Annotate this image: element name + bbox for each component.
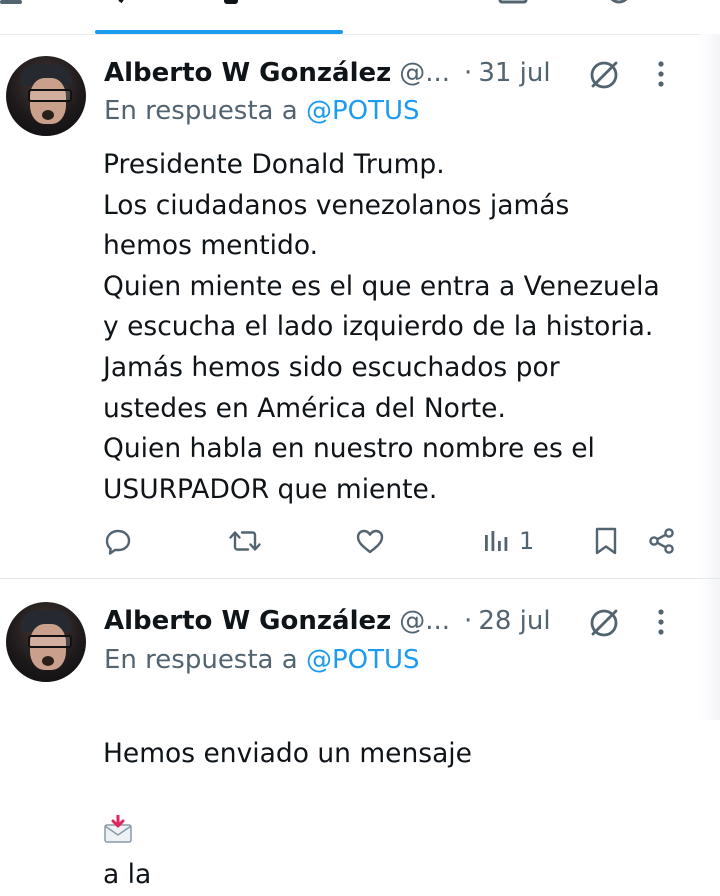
separator-dot: ·	[464, 606, 473, 636]
heart-icon	[355, 527, 385, 555]
reply-prefix: En respuesta a	[104, 645, 298, 675]
tweet-text: Hemos enviado un mensaje a la	[103, 693, 693, 896]
author-name[interactable]: Alberto W González	[104, 606, 391, 636]
reply-mention-link[interactable]: @POTUS	[306, 96, 420, 126]
tab-bar-cropped-glyph	[0, 0, 24, 4]
reply-prefix: En respuesta a	[104, 96, 298, 126]
more-options-icon[interactable]	[651, 603, 671, 641]
tab-bar-cropped-glyph	[118, 0, 138, 4]
more-options-icon[interactable]	[651, 55, 671, 93]
grok-icon[interactable]	[585, 55, 623, 93]
tweet-header: Alberto W González @... · 31 jul	[104, 55, 551, 91]
like-button[interactable]	[355, 521, 385, 561]
tweet-date[interactable]: 28 jul	[478, 606, 550, 636]
author-handle[interactable]: @...	[399, 606, 450, 636]
reply-context: En respuesta a @POTUS	[104, 96, 420, 126]
tweet-header: Alberto W González @... · 28 jul	[104, 603, 551, 639]
tweet-actions: 1	[0, 521, 700, 561]
bookmark-icon	[594, 526, 618, 556]
reply-mention-link[interactable]: @POTUS	[306, 645, 420, 675]
divider	[0, 578, 720, 579]
tweet-text-part: a la	[103, 859, 152, 891]
separator-dot: ·	[464, 58, 473, 88]
share-button[interactable]	[648, 521, 676, 561]
scroll-edge	[700, 34, 720, 720]
retweet-icon	[228, 527, 262, 555]
retweet-button[interactable]	[228, 521, 262, 561]
grok-icon[interactable]	[585, 603, 623, 641]
avatar[interactable]	[6, 56, 86, 136]
divider	[0, 34, 720, 35]
author-name[interactable]: Alberto W González	[104, 58, 391, 88]
tweet-date[interactable]: 31 jul	[478, 58, 550, 88]
avatar[interactable]	[6, 602, 86, 682]
reply-context: En respuesta a @POTUS	[104, 645, 420, 675]
incoming-envelope-emoji-icon	[103, 774, 133, 855]
author-handle[interactable]: @...	[399, 58, 450, 88]
reply-icon	[104, 527, 132, 555]
reply-button[interactable]	[104, 521, 132, 561]
share-nodes-icon	[648, 527, 676, 555]
views-count: 1	[519, 527, 535, 555]
tweet-text: Presidente Donald Trump. Los ciudadanos …	[103, 149, 660, 505]
tab-bar-cropped-glyph	[222, 0, 246, 4]
bookmark-button[interactable]	[594, 521, 618, 561]
communities-icon[interactable]	[604, 0, 634, 4]
views-button[interactable]: 1	[483, 521, 534, 561]
messages-icon[interactable]	[498, 0, 528, 4]
tweet-text-part: Hemos enviado un mensaje	[103, 737, 472, 769]
top-tab-bar	[0, 0, 720, 34]
views-bar-chart-icon	[483, 527, 509, 555]
